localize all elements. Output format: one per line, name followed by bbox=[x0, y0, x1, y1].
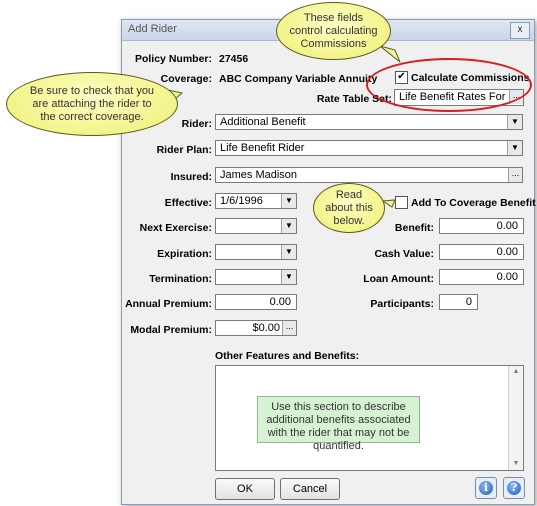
read-about-callout: Read about this below. bbox=[313, 183, 385, 233]
coverage-check-callout: Be sure to check that you are attaching … bbox=[6, 72, 178, 136]
commissions-callout: These fields control calculating Commiss… bbox=[276, 2, 391, 60]
features-note-box: Use this section to describe additional … bbox=[257, 396, 420, 452]
commissions-callout-tail bbox=[379, 45, 401, 63]
